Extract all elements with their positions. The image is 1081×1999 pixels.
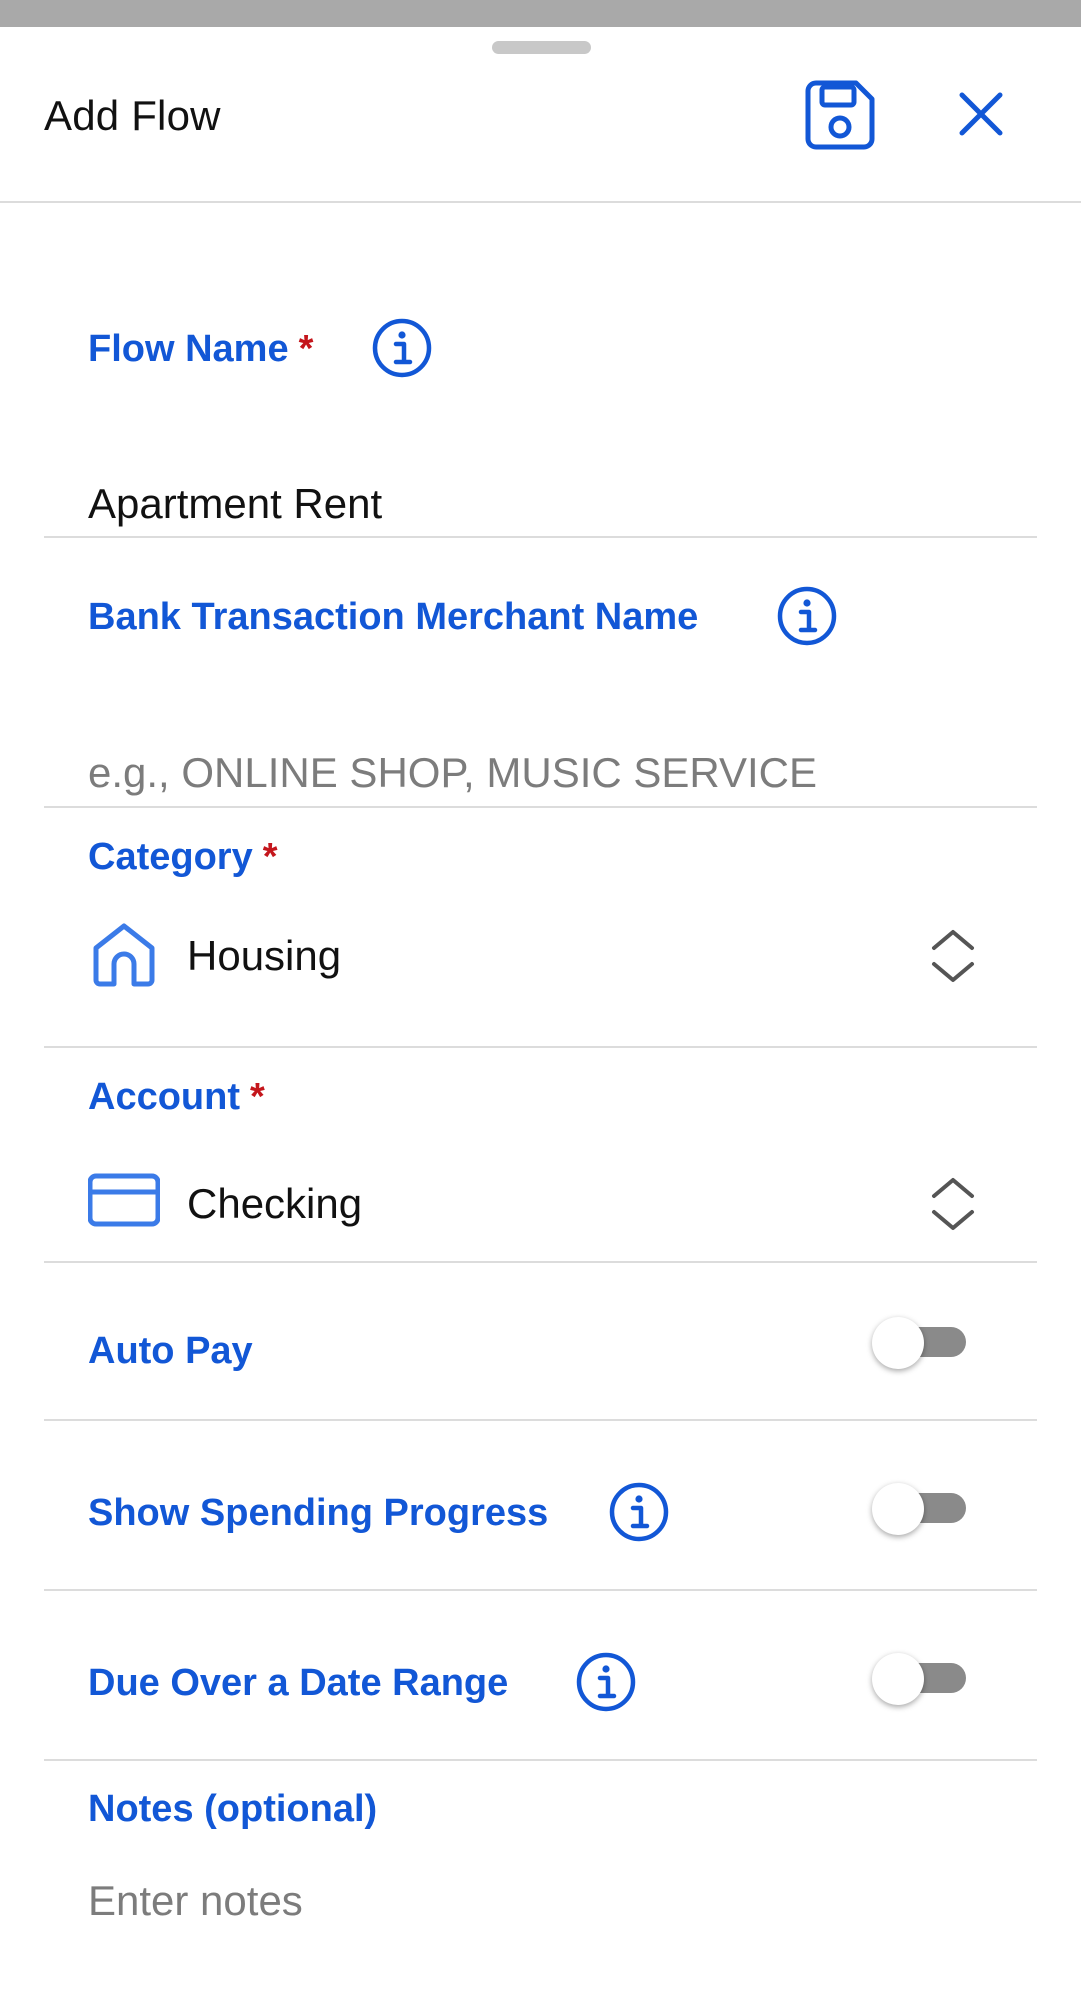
divider	[44, 1589, 1037, 1591]
credit-card-icon	[88, 1173, 160, 1227]
flow-name-info-icon[interactable]	[371, 317, 433, 379]
notes-label: Notes (optional)	[88, 1788, 378, 1830]
save-icon	[805, 80, 875, 150]
flow-name-label: Flow Name *	[88, 328, 314, 370]
auto-pay-toggle[interactable]	[872, 1313, 972, 1369]
status-strip	[0, 0, 1081, 27]
account-label: Account *	[88, 1076, 265, 1118]
category-select[interactable]: Housing	[88, 918, 988, 998]
save-button[interactable]	[804, 79, 876, 151]
flow-name-input[interactable]	[88, 474, 1018, 534]
divider	[44, 1759, 1037, 1761]
divider	[44, 536, 1037, 538]
sheet-header: Add Flow	[0, 27, 1081, 203]
date-range-info-icon[interactable]	[575, 1651, 637, 1713]
chevron-up-down-icon	[932, 930, 974, 982]
account-value: Checking	[187, 1180, 363, 1227]
toggle-knob	[872, 1317, 924, 1369]
merchant-name-info-icon[interactable]	[776, 585, 838, 647]
divider	[44, 1261, 1037, 1263]
add-flow-sheet: Add Flow Flow Name* Bank Transaction Mer…	[0, 27, 1081, 1999]
page-title: Add Flow	[44, 92, 221, 139]
merchant-name-input[interactable]	[88, 743, 1018, 803]
account-select[interactable]: Checking	[88, 1166, 988, 1246]
category-label: Category *	[88, 836, 278, 878]
close-button[interactable]	[956, 89, 1006, 139]
due-over-date-range-label: Due Over a Date Range	[88, 1662, 509, 1704]
divider	[44, 1046, 1037, 1048]
chevron-up-down-icon	[932, 1178, 974, 1230]
auto-pay-label: Auto Pay	[88, 1330, 253, 1372]
close-icon	[959, 92, 1003, 136]
category-value: Housing	[187, 932, 342, 979]
spending-progress-info-icon[interactable]	[608, 1481, 670, 1543]
toggle-knob	[872, 1653, 924, 1705]
required-asterisk: *	[298, 328, 314, 370]
toggle-knob	[872, 1483, 924, 1535]
divider	[44, 806, 1037, 808]
required-asterisk: *	[262, 836, 278, 878]
house-icon	[93, 923, 155, 987]
due-over-date-range-toggle[interactable]	[872, 1649, 972, 1705]
show-spending-progress-toggle[interactable]	[872, 1479, 972, 1535]
required-asterisk: *	[250, 1076, 265, 1118]
show-spending-progress-label: Show Spending Progress	[88, 1492, 549, 1534]
merchant-name-label: Bank Transaction Merchant Name	[88, 596, 699, 638]
divider	[44, 1419, 1037, 1421]
notes-input[interactable]	[88, 1871, 1018, 1931]
